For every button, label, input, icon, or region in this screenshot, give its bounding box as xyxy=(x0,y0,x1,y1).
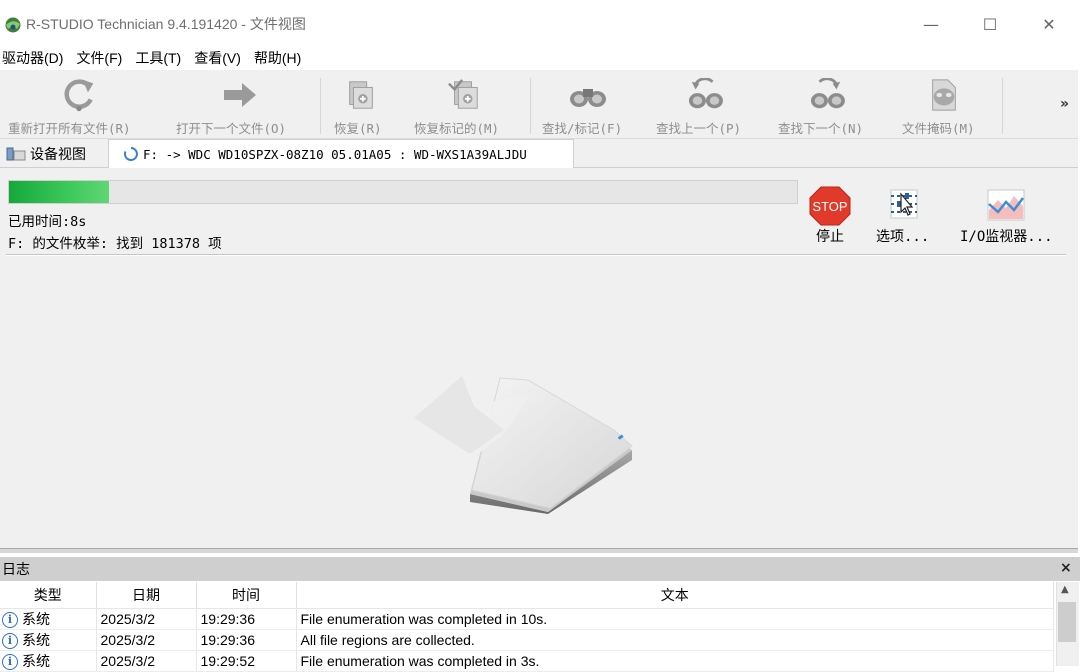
recover-marked-button[interactable]: 恢复标记的(M) xyxy=(404,70,524,138)
find-previous-icon xyxy=(688,78,723,109)
stop-label: 停止 xyxy=(816,229,844,245)
panel-splitter[interactable] xyxy=(0,548,1078,553)
log-type: 系统 xyxy=(22,653,50,669)
file-mask-label: 文件掩码(M) xyxy=(902,121,975,136)
find-next-icon xyxy=(810,78,845,109)
divider xyxy=(6,254,1066,256)
log-time: 19:29:36 xyxy=(196,608,297,630)
log-type-cell: i 系统 xyxy=(0,650,97,672)
log-type-cell: i 系统 xyxy=(0,608,97,630)
info-icon: i xyxy=(2,654,18,671)
log-table-header: 类型 日期 时间 文本 xyxy=(0,582,1054,609)
stop-button[interactable]: STOP 停止 xyxy=(808,186,852,246)
tab-device-view-label: 设备视图 xyxy=(30,145,86,162)
scan-progress-panel: 已用时间:8s F: 的文件枚举: 找到 181378 项 STOP 停止 选项… xyxy=(0,168,1078,548)
elapsed-time: 已用时间:8s xyxy=(8,214,87,230)
enumeration-status: F: 的文件枚举: 找到 181378 项 xyxy=(8,236,222,252)
column-header-time[interactable]: 时间 xyxy=(196,582,297,609)
io-monitor-chart-icon xyxy=(987,189,1025,221)
open-next-file-button[interactable]: 打开下一个文件(O) xyxy=(170,70,310,138)
log-close-button[interactable]: × xyxy=(1060,560,1072,576)
log-type-cell: i 系统 xyxy=(0,629,97,651)
log-table: 类型 日期 时间 文本 i 系统 2025/3/2 19:29:36 File e… xyxy=(0,582,1054,672)
tab-file-view-label: F: -> WDC WD10SPZX-08Z10 05.01A05 : WD-W… xyxy=(143,146,527,162)
tab-device-view[interactable]: 设备视图 xyxy=(6,141,86,166)
log-scrollbar-thumb[interactable] xyxy=(1058,602,1076,642)
minimize-button[interactable]: — xyxy=(911,10,951,38)
log-text: All file regions are collected. xyxy=(296,629,1054,651)
menu-tools[interactable]: 工具(T) xyxy=(131,47,185,69)
recover-marked-icon xyxy=(448,79,478,109)
column-header-text[interactable]: 文本 xyxy=(296,582,1054,609)
find-next-label: 查找下一个(N) xyxy=(778,121,864,136)
scroll-up-arrow-icon[interactable]: ▲ xyxy=(1061,584,1069,595)
log-text: File enumeration was completed in 3s. xyxy=(296,650,1054,672)
app-logo-icon xyxy=(5,17,21,33)
log-row[interactable]: i 系统 2025/3/2 19:29:52 File enumeration w… xyxy=(0,650,1054,672)
find-next-button[interactable]: 查找下一个(N) xyxy=(772,70,882,138)
toolbar-overflow-button[interactable]: » xyxy=(1060,96,1069,112)
find-mark-label: 查找/标记(F) xyxy=(542,121,623,136)
close-window-button[interactable]: ✕ xyxy=(1029,10,1069,38)
maximize-button[interactable]: ☐ xyxy=(970,10,1010,38)
io-monitor-button[interactable]: I/O监视器... xyxy=(960,186,1053,246)
info-icon: i xyxy=(2,633,18,650)
reopen-icon xyxy=(64,79,94,112)
log-row[interactable]: i 系统 2025/3/2 19:29:36 All file regions a… xyxy=(0,629,1054,651)
log-type: 系统 xyxy=(22,632,50,648)
recover-button[interactable]: 恢复(R) xyxy=(330,70,392,138)
menu-drive[interactable]: 驱动器(D) xyxy=(0,47,67,69)
toolbar-separator xyxy=(1002,78,1003,134)
log-type: 系统 xyxy=(22,611,50,627)
recover-label: 恢复(R) xyxy=(334,121,382,136)
window-title: R-STUDIO Technician 9.4.191420 - 文件视图 xyxy=(26,16,306,32)
find-previous-label: 查找上一个(P) xyxy=(656,121,742,136)
title-bar: R-STUDIO Technician 9.4.191420 - 文件视图 — … xyxy=(0,0,1080,46)
log-date: 2025/3/2 xyxy=(96,650,197,672)
stop-badge-text: STOP xyxy=(812,199,847,214)
log-text: File enumeration was completed in 10s. xyxy=(296,608,1054,630)
log-time: 19:29:52 xyxy=(196,650,297,672)
recover-icon xyxy=(349,81,373,109)
progress-bar-fill xyxy=(9,181,109,203)
arrow-right-icon xyxy=(224,83,256,107)
info-icon: i xyxy=(2,612,18,629)
stop-icon: STOP xyxy=(809,186,851,226)
log-date: 2025/3/2 xyxy=(96,629,197,651)
log-panel-header: 日志 xyxy=(0,557,1080,581)
hard-drive-illustration xyxy=(404,366,633,514)
column-header-type[interactable]: 类型 xyxy=(0,582,97,609)
menu-view[interactable]: 查看(V) xyxy=(190,47,245,69)
options-icon xyxy=(890,189,918,219)
log-title: 日志 xyxy=(2,561,30,577)
file-mask-icon xyxy=(932,79,956,111)
progress-bar xyxy=(8,180,798,204)
log-time: 19:29:36 xyxy=(196,629,297,651)
toolbar-separator xyxy=(530,78,531,134)
options-label: 选项... xyxy=(876,229,930,245)
recover-marked-label: 恢复标记的(M) xyxy=(414,121,500,136)
menu-bar: 驱动器(D) 文件(F) 工具(T) 查看(V) 帮助(H) xyxy=(0,46,1080,70)
log-date: 2025/3/2 xyxy=(96,608,197,630)
open-next-file-label: 打开下一个文件(O) xyxy=(176,121,287,136)
toolbar: 重新打开所有文件(R) 打开下一个文件(O) 恢复(R) 恢复标记的(M) 查找… xyxy=(0,70,1078,139)
options-button[interactable]: 选项... xyxy=(876,186,929,246)
find-mark-button[interactable]: 查找/标记(F) xyxy=(536,70,640,138)
loading-spinner-icon xyxy=(123,147,138,161)
column-header-date[interactable]: 日期 xyxy=(96,582,197,609)
io-monitor-label: I/O监视器... xyxy=(960,229,1053,245)
reopen-all-files-button[interactable]: 重新打开所有文件(R) xyxy=(0,70,158,138)
reopen-all-files-label: 重新打开所有文件(R) xyxy=(8,121,131,136)
find-previous-button[interactable]: 查找上一个(P) xyxy=(650,70,760,138)
tab-strip: 设备视图 F: -> WDC WD10SPZX-08Z10 05.01A05 :… xyxy=(0,139,1078,168)
menu-file[interactable]: 文件(F) xyxy=(72,47,126,69)
menu-help[interactable]: 帮助(H) xyxy=(250,47,305,69)
toolbar-separator xyxy=(320,78,321,134)
tab-file-view[interactable]: F: -> WDC WD10SPZX-08Z10 05.01A05 : WD-W… xyxy=(108,139,574,168)
device-view-icon xyxy=(6,147,26,160)
file-mask-button[interactable]: 文件掩码(M) xyxy=(894,70,994,138)
log-row[interactable]: i 系统 2025/3/2 19:29:36 File enumeration w… xyxy=(0,608,1054,630)
binoculars-icon xyxy=(570,89,606,107)
